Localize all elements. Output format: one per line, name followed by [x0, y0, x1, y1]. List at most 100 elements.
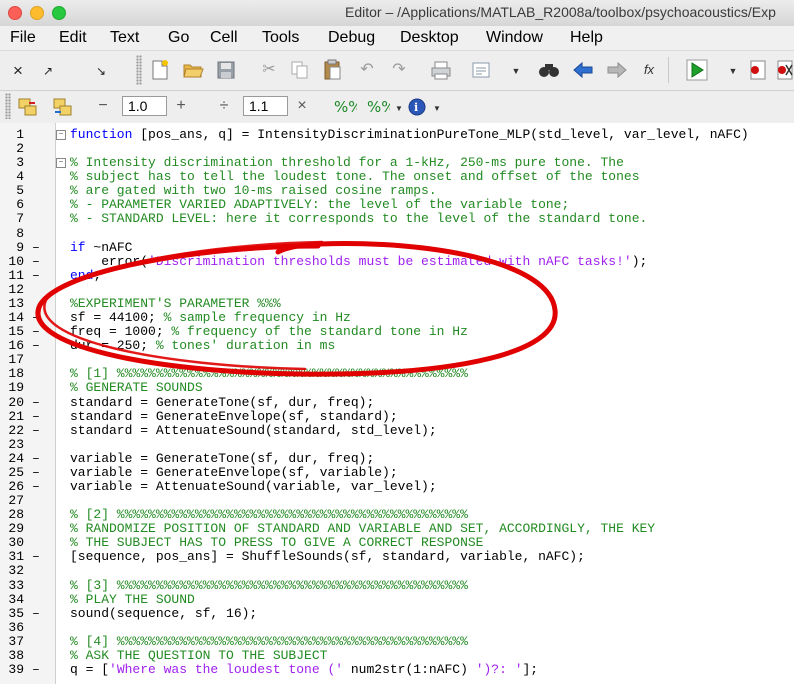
code-line[interactable]: 3 −% Intensity discrimination threshold f… — [0, 156, 794, 170]
code-line[interactable]: 8 — [0, 226, 794, 241]
code-line[interactable]: 11– end; — [0, 268, 794, 283]
code-line[interactable]: 25– variable = GenerateEnvelope(sf, varia… — [0, 465, 794, 480]
code-line[interactable]: 1 − function [pos_ans, q] = IntensityDiscr… — [0, 128, 794, 142]
code-text[interactable]: [sequence, pos_ans] = ShuffleSounds(sf, … — [70, 550, 585, 564]
evaluate-cell-and-advance-icon[interactable] — [52, 97, 74, 117]
increment-value-button[interactable]: + — [170, 97, 192, 115]
menu-debug[interactable]: Debug — [328, 29, 375, 47]
code-line[interactable]: 14– sf = 44100; % sample frequency in Hz — [0, 311, 794, 325]
minimize-window-button[interactable] — [30, 6, 44, 20]
decrement-amount-field[interactable]: 1.0 — [122, 96, 167, 116]
run-icon[interactable] — [686, 59, 708, 81]
code-text[interactable]: standard = GenerateEnvelope(sf, standard… — [70, 409, 398, 424]
code-line[interactable]: 31– [sequence, pos_ans] = ShuffleSounds(s… — [0, 550, 794, 564]
cut-icon[interactable]: ✂ — [258, 61, 280, 79]
code-line[interactable]: 28 % [2] %%%%%%%%%%%%%%%%%%%%%%%%%%%%%%%%… — [0, 508, 794, 522]
code-text[interactable]: function [pos_ans, q] = IntensityDiscrim… — [70, 128, 749, 142]
zoom-window-button[interactable] — [52, 6, 66, 20]
code-line[interactable]: 38 % ASK THE QUESTION TO THE SUBJECT — [0, 648, 794, 663]
go-back-icon[interactable] — [572, 61, 594, 79]
decrement-value-button[interactable]: − — [92, 97, 114, 115]
code-text[interactable]: standard = GenerateTone(sf, dur, freq); — [70, 395, 374, 410]
menu-text[interactable]: Text — [110, 29, 139, 47]
code-text[interactable]: sound(sequence, sf, 16); — [70, 606, 257, 621]
code-text[interactable]: end; — [70, 268, 101, 283]
code-line[interactable]: 18 % [1] %%%%%%%%%%%%%%%%%%%%%%%%%%%%%%%%… — [0, 367, 794, 381]
open-folder-icon[interactable] — [182, 60, 204, 80]
code-line[interactable]: 2 — [0, 142, 794, 156]
code-text[interactable]: % [4] %%%%%%%%%%%%%%%%%%%%%%%%%%%%%%%%%%… — [70, 634, 468, 649]
code-text[interactable]: % - PARAMETER VARIED ADAPTIVELY: the lev… — [70, 198, 569, 212]
undo-icon[interactable]: ↶ — [356, 61, 378, 79]
publish-icon[interactable] — [470, 60, 492, 80]
code-text[interactable]: if ~nAFC — [70, 240, 132, 255]
code-line[interactable]: 27 — [0, 494, 794, 508]
code-line[interactable]: 9– if ~nAFC — [0, 240, 794, 255]
menu-desktop[interactable]: Desktop — [400, 29, 459, 47]
code-line[interactable]: 6 % - PARAMETER VARIED ADAPTIVELY: the le… — [0, 198, 794, 212]
breakpoint-marker[interactable]: – — [32, 480, 40, 494]
code-line[interactable]: 4 % subject has to tell the loudest tone.… — [0, 170, 794, 184]
code-line[interactable]: 16– dur = 250; % tones' duration in ms — [0, 339, 794, 353]
code-line[interactable]: 12 — [0, 282, 794, 297]
code-line[interactable]: 29 % RANDOMIZE POSITION OF STANDARD AND V… — [0, 522, 794, 536]
menu-cell[interactable]: Cell — [210, 29, 238, 47]
code-line[interactable]: 5 % are gated with two 10-ms raised cosin… — [0, 184, 794, 198]
breakpoint-marker[interactable]: – — [32, 451, 40, 466]
cell-toolbar-grip[interactable] — [5, 93, 11, 119]
code-line[interactable]: 17 — [0, 353, 794, 367]
show-cell-titles-icon[interactable]: %% — [333, 97, 357, 117]
cell-help-icon[interactable]: i — [408, 97, 428, 117]
new-file-icon[interactable] — [150, 59, 170, 81]
set-breakpoint-icon[interactable] — [748, 59, 770, 81]
code-line[interactable]: 23 — [0, 437, 794, 452]
menu-tools[interactable]: Tools — [262, 29, 299, 47]
code-line[interactable]: 13 %EXPERIMENT'S PARAMETER %%% — [0, 296, 794, 311]
code-text[interactable]: % [2] %%%%%%%%%%%%%%%%%%%%%%%%%%%%%%%%%%… — [70, 508, 468, 522]
code-line[interactable]: 19 % GENERATE SOUNDS — [0, 381, 794, 395]
code-line[interactable]: 24– variable = GenerateTone(sf, dur, freq… — [0, 451, 794, 466]
menu-go[interactable]: Go — [168, 29, 189, 47]
code-text[interactable]: % GENERATE SOUNDS — [70, 381, 203, 395]
undock-icon[interactable]: ↗ — [37, 62, 59, 80]
copy-icon[interactable] — [290, 60, 310, 80]
code-line[interactable]: 35– sound(sequence, sf, 16); — [0, 606, 794, 621]
breakpoint-marker[interactable]: – — [32, 268, 40, 283]
code-text[interactable]: % RANDOMIZE POSITION OF STANDARD AND VAR… — [70, 522, 655, 536]
code-text[interactable]: freq = 1000; % frequency of the standard… — [70, 325, 468, 339]
publish-dropdown-icon[interactable]: ▼ — [505, 62, 527, 80]
code-editor[interactable]: 1− function [pos_ans, q] = IntensityDiscr… — [0, 123, 794, 684]
dock-icon[interactable]: ↘ — [90, 62, 112, 80]
code-line[interactable]: 22– standard = AttenuateSound(standard, s… — [0, 423, 794, 438]
code-text[interactable]: % Intensity discrimination threshold for… — [70, 156, 624, 170]
breakpoint-marker[interactable]: – — [32, 663, 40, 677]
print-icon[interactable] — [430, 60, 452, 80]
breakpoint-marker[interactable]: – — [32, 550, 40, 564]
code-line[interactable]: 37 % [4] %%%%%%%%%%%%%%%%%%%%%%%%%%%%%%%%… — [0, 634, 794, 649]
fold-toggle-icon[interactable]: − — [56, 158, 66, 169]
code-line[interactable]: 30 % THE SUBJECT HAS TO PRESS TO GIVE A C… — [0, 536, 794, 550]
breakpoint-marker[interactable]: – — [32, 325, 40, 339]
toolbar-grip[interactable] — [136, 55, 142, 85]
code-text[interactable]: sf = 44100; % sample frequency in Hz — [70, 311, 351, 325]
code-line[interactable]: 34 % PLAY THE SOUND — [0, 592, 794, 607]
code-text[interactable]: % - STANDARD LEVEL: here it corresponds … — [70, 212, 647, 226]
menu-file[interactable]: File — [10, 29, 36, 47]
clear-breakpoints-icon[interactable] — [776, 59, 794, 81]
insert-cell-break-icon[interactable]: %% — [366, 97, 390, 117]
code-line[interactable]: 39– q = ['Where was the loudest tone (' n… — [0, 663, 794, 677]
evaluate-cell-icon[interactable] — [17, 97, 39, 117]
run-dropdown-icon[interactable]: ▼ — [722, 62, 744, 80]
breakpoint-marker[interactable]: – — [32, 254, 40, 269]
breakpoint-marker[interactable]: – — [32, 423, 40, 438]
code-line[interactable]: 26– variable = AttenuateSound(variable, v… — [0, 480, 794, 494]
code-line[interactable]: 7 % - STANDARD LEVEL: here it corresponds… — [0, 212, 794, 226]
code-line[interactable]: 36 — [0, 620, 794, 635]
code-text[interactable]: % ASK THE QUESTION TO THE SUBJECT — [70, 648, 327, 663]
code-text[interactable]: error('Discrimination thresholds must be… — [70, 254, 647, 269]
function-browser-icon[interactable]: f⁢x — [638, 61, 660, 79]
divide-value-button[interactable]: ÷ — [213, 97, 235, 115]
code-text[interactable]: % PLAY THE SOUND — [70, 592, 195, 607]
code-line[interactable]: 10– error('Discrimination thresholds mus… — [0, 254, 794, 269]
find-icon[interactable] — [538, 60, 560, 80]
